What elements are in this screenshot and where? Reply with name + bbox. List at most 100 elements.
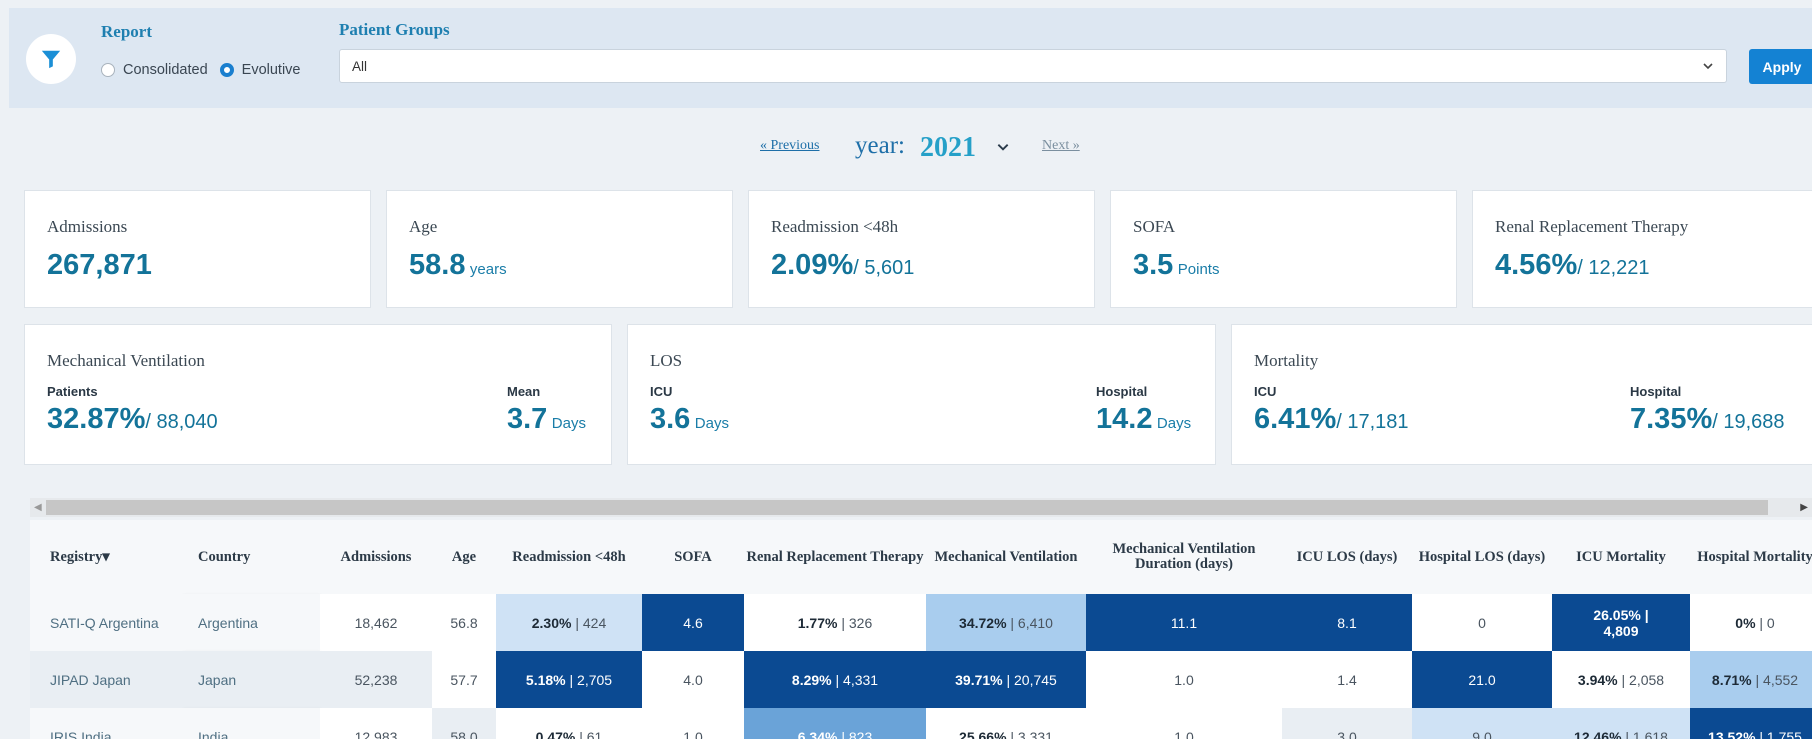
table-header-row: Registry▾ Country Admissions Age Readmis… <box>30 520 1812 594</box>
cell-mv: 39.71% | 20,745 <box>926 651 1086 708</box>
cell-icu-mortality: 26.05% | 4,809 <box>1552 594 1690 651</box>
cell-readmission-n: | 424 <box>571 614 607 631</box>
radio-evolutive[interactable]: Evolutive <box>219 62 301 78</box>
cell-mv-n: | 3,331 <box>1006 728 1053 739</box>
kpi-title: Readmission <48h <box>771 217 899 236</box>
cell-readmission-pct: 5.18% <box>525 671 566 688</box>
filter-bar: Report Consolidated Evolutive Patient Gr… <box>9 8 1812 108</box>
readmission-count: / 5,601 <box>853 257 915 279</box>
los-icu-label: ICU <box>650 384 673 399</box>
cell-mv-n: | 6,410 <box>1006 614 1053 631</box>
cell-readmission-pct: 2.30% <box>531 614 572 631</box>
cell-hospital-mortality-pct: 8.71% <box>1711 671 1752 688</box>
los-hospital-value: 14.2 <box>1096 403 1153 435</box>
mortality-hospital-value: 7.35% <box>1630 403 1713 435</box>
header-registry[interactable]: Registry▾ <box>30 520 178 594</box>
kpi-value: 4.56%/ 12,221 <box>1495 249 1650 282</box>
kpi-title: Admissions <box>47 217 128 236</box>
year-value[interactable]: 2021 <box>920 132 976 164</box>
cell-readmission-pct: 0.47% <box>535 728 576 739</box>
report-options: Consolidated Evolutive <box>101 62 313 78</box>
cell-age: 56.8 <box>432 594 496 651</box>
apply-button[interactable]: Apply <box>1749 49 1812 84</box>
cell-registry: SATI-Q Argentina <box>30 594 178 651</box>
header-age[interactable]: Age <box>432 520 496 594</box>
header-mv-duration[interactable]: Mechanical Ventilation Duration (days) <box>1086 520 1282 594</box>
cell-mv: 34.72% | 6,410 <box>926 594 1086 651</box>
filter-icon <box>41 50 61 69</box>
cell-mv-pct: 34.72% <box>959 614 1007 631</box>
header-hospital-mortality[interactable]: Hospital Mortality <box>1690 520 1812 594</box>
age-value: 58.8 <box>409 249 466 281</box>
scroll-right-icon[interactable]: ▶ <box>1800 502 1808 513</box>
cell-rrt-pct: 1.77% <box>797 614 838 631</box>
patient-groups-select[interactable]: All <box>339 49 1727 83</box>
header-icu-mortality[interactable]: ICU Mortality <box>1552 520 1690 594</box>
cell-icu-los: 3.0 <box>1282 708 1412 739</box>
cell-hospital-mortality: 8.71% | 4,552 <box>1690 651 1812 708</box>
los-hospital-label: Hospital <box>1096 384 1148 399</box>
cell-sofa: 1.0 <box>642 708 744 739</box>
cell-hospital-mortality-n: | 4,552 <box>1751 671 1799 688</box>
previous-link[interactable]: « Previous <box>760 138 820 154</box>
cell-icu-mortality-pct: 3.94% <box>1577 671 1618 688</box>
age-unit: years <box>469 261 507 278</box>
cell-rrt: 8.29% | 4,331 <box>744 651 926 708</box>
cell-readmission: 5.18% | 2,705 <box>496 651 642 708</box>
table-row[interactable]: SATI-Q Argentina Argentina 18,462 56.8 2… <box>30 594 1812 651</box>
cell-icu-mortality-n: | 1,618 <box>1621 728 1668 739</box>
kpi-title: Mortality <box>1254 351 1319 370</box>
cell-icu-mortality-pct: 12.46% <box>1574 728 1622 739</box>
cell-icu-mortality-n: | 2,058 <box>1617 671 1665 688</box>
admissions-value: 267,871 <box>47 249 152 281</box>
cell-sofa: 4.6 <box>642 594 744 651</box>
header-admissions[interactable]: Admissions <box>320 520 432 594</box>
cell-registry: JIPAD Japan <box>30 651 178 708</box>
radio-consolidated-dot[interactable] <box>101 63 115 77</box>
kpi-card-mechanical-ventilation: Mechanical Ventilation Patients 32.87%/ … <box>24 324 612 465</box>
mv-patients-label: Patients <box>47 384 98 399</box>
filter-button[interactable] <box>26 34 76 84</box>
header-sofa[interactable]: SOFA <box>642 520 744 594</box>
kpi-value: 2.09%/ 5,601 <box>771 249 914 282</box>
mortality-hospital-label: Hospital <box>1630 384 1682 399</box>
header-hospital-los[interactable]: Hospital LOS (days) <box>1412 520 1552 594</box>
header-mv[interactable]: Mechanical Ventilation <box>926 520 1086 594</box>
rrt-count: / 12,221 <box>1577 257 1650 279</box>
cell-rrt-pct: 8.29% <box>791 671 832 688</box>
kpi-title: Renal Replacement Therapy <box>1495 217 1689 236</box>
kpi-title: Age <box>409 217 438 236</box>
cell-sofa: 4.0 <box>642 651 744 708</box>
radio-consolidated[interactable]: Consolidated <box>101 62 208 78</box>
year-chevron-down-icon[interactable] <box>996 140 1010 154</box>
table-row[interactable]: IRIS India India 12,983 58.0 0.47% | 61 … <box>30 708 1812 739</box>
cell-admissions: 12,983 <box>320 708 432 739</box>
header-icu-los[interactable]: ICU LOS (days) <box>1282 520 1412 594</box>
cell-country: Argentina <box>178 594 320 651</box>
cell-hospital-mortality: 13.52% | 1,755 <box>1690 708 1812 739</box>
kpi-card-los: LOS ICU 3.6 Days Hospital 14.2 Days <box>627 324 1216 465</box>
next-link[interactable]: Next » <box>1042 138 1080 154</box>
header-country[interactable]: Country <box>178 520 320 594</box>
kpi-card-age: Age 58.8 years <box>386 190 733 308</box>
mv-mean: 3.7 Days <box>507 403 586 436</box>
cell-age: 57.7 <box>432 651 496 708</box>
kpi-card-sofa: SOFA 3.5 Points <box>1110 190 1457 308</box>
scroll-left-icon[interactable]: ◀ <box>34 502 42 513</box>
kpi-title: LOS <box>650 351 683 370</box>
cell-icu-mortality-n: 4,809 <box>1603 622 1639 639</box>
table-row[interactable]: JIPAD Japan Japan 52,238 57.7 5.18% | 2,… <box>30 651 1812 708</box>
cell-hospital-mortality-n: | 1,755 <box>1755 728 1802 739</box>
scrollbar-thumb[interactable] <box>46 500 1768 515</box>
mv-mean-value: 3.7 <box>507 403 548 435</box>
cell-rrt-n: | 823 <box>837 728 873 739</box>
los-icu: 3.6 Days <box>650 403 729 436</box>
radio-consolidated-label: Consolidated <box>123 62 208 78</box>
cell-country: Japan <box>178 651 320 708</box>
registry-table: Registry▾ Country Admissions Age Readmis… <box>30 520 1812 739</box>
header-rrt[interactable]: Renal Replacement Therapy <box>744 520 926 594</box>
radio-evolutive-dot[interactable] <box>219 63 234 77</box>
table-horizontal-scrollbar[interactable]: ◀ ▶ <box>30 498 1812 517</box>
cell-hospital-mortality-n: | 0 <box>1755 614 1775 631</box>
header-readmission[interactable]: Readmission <48h <box>496 520 642 594</box>
